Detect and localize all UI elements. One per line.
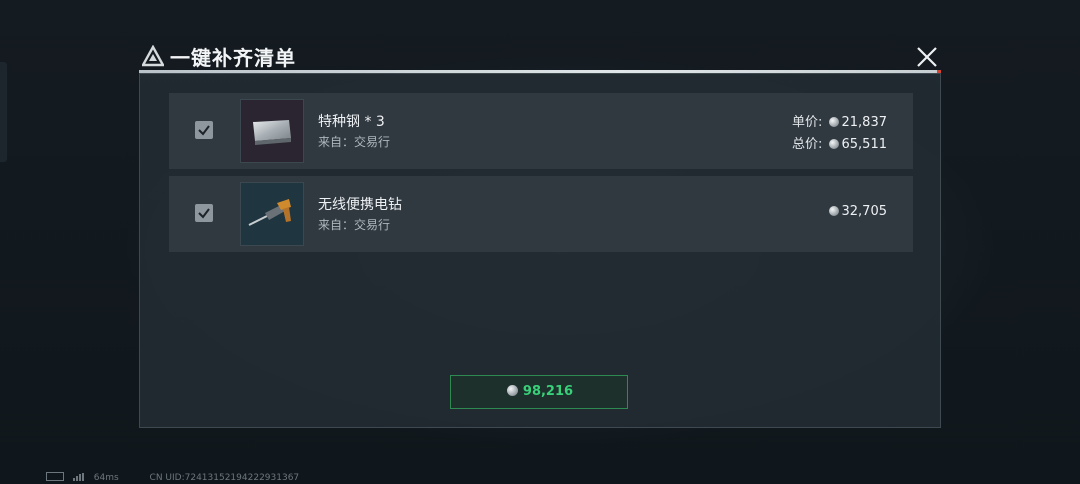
item-name: 无线便携电钻	[318, 197, 402, 213]
ping-text: 64ms	[93, 473, 119, 483]
close-icon[interactable]	[915, 45, 939, 69]
item-name: 特种钢 * 3	[318, 114, 385, 130]
steel-plate-icon	[253, 120, 291, 145]
checkmark-icon	[198, 125, 210, 136]
list-item[interactable]: 特种钢 * 3 来自：交易行 单价: 21,837 总价: 65,511	[169, 93, 913, 169]
restock-dialog: 一键补齐清单 特种钢 * 3 来自：交易行 单价: 21,837 总价: 65,…	[139, 39, 941, 428]
coin-icon	[506, 385, 518, 396]
item-checkbox[interactable]	[195, 204, 213, 222]
unit-price-label: 单价:	[791, 115, 823, 130]
battery-icon	[46, 472, 64, 481]
triangle-logo-icon	[142, 45, 164, 67]
purchase-total-button[interactable]: 98,216	[450, 375, 628, 409]
item-checkbox[interactable]	[195, 121, 213, 139]
item-source: 来自：交易行	[318, 218, 391, 232]
coin-icon	[828, 206, 839, 216]
item-thumbnail	[240, 99, 304, 163]
dialog-header: 一键补齐清单	[139, 39, 941, 73]
total-price-value: 65,511	[841, 137, 888, 152]
total-amount: 98,216	[522, 384, 574, 399]
coin-icon	[828, 139, 839, 149]
uid-text: CN UID:724131521942229313​67	[149, 473, 300, 483]
total-price-label: 总价:	[791, 137, 823, 152]
coin-icon	[828, 117, 839, 127]
item-thumbnail	[240, 182, 304, 246]
unit-price: 单价: 21,837	[792, 111, 887, 130]
list-item[interactable]: 无线便携电钻 来自：交易行 32,705	[169, 176, 913, 252]
total-price: 总价: 65,511	[792, 133, 887, 152]
checkmark-icon	[198, 208, 210, 219]
cordless-drill-icon	[248, 199, 291, 226]
item-price: 32,705	[827, 204, 888, 219]
status-footer: 64ms CN UID:724131521942229313​67	[46, 472, 299, 483]
item-source: 来自：交易行	[318, 135, 391, 149]
dialog-title: 一键补齐清单	[170, 46, 296, 70]
signal-icon	[72, 473, 84, 481]
side-panel-edge	[0, 62, 7, 162]
dialog-body: 特种钢 * 3 来自：交易行 单价: 21,837 总价: 65,511 无线便…	[139, 73, 941, 428]
item-price-value: 32,705	[841, 204, 888, 219]
unit-price-value: 21,837	[841, 115, 888, 130]
